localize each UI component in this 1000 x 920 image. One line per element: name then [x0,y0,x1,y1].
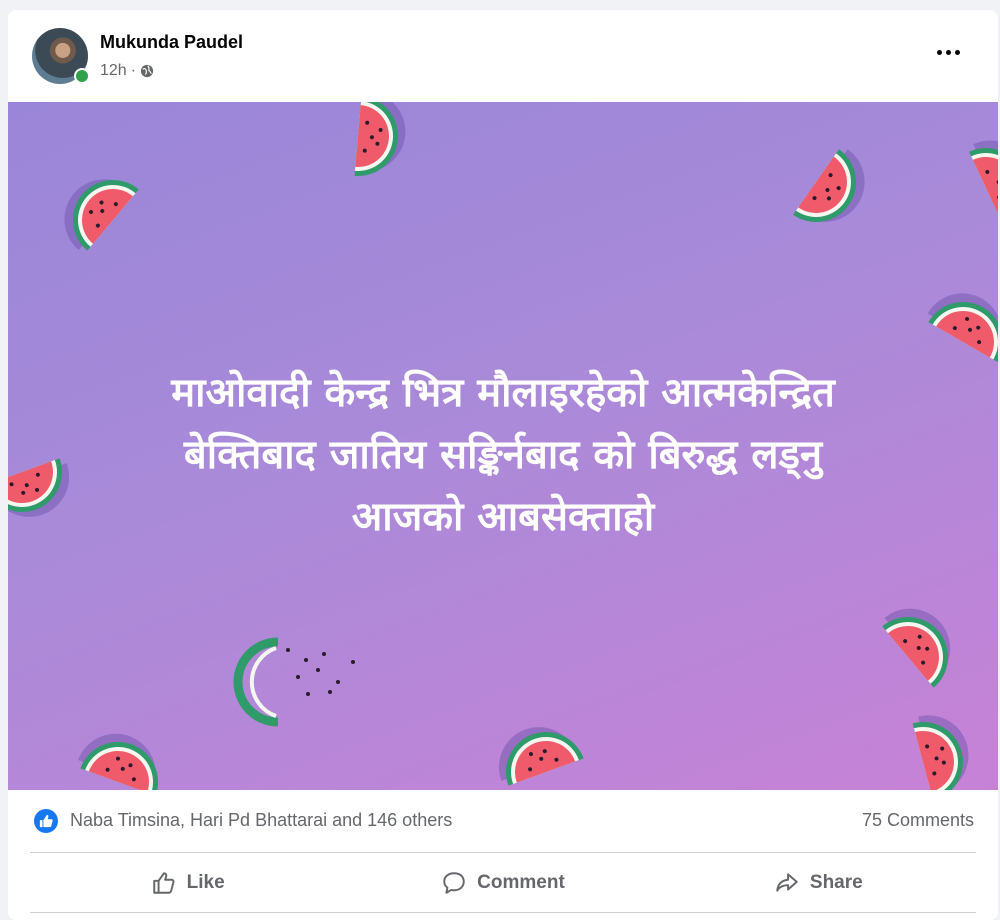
watermelon-slice [793,145,881,242]
watermelon-slice [879,592,970,688]
watermelon-slice [911,706,979,790]
watermelon-slice [487,714,584,788]
watermelon-slice [354,102,409,180]
more-dot [954,49,960,55]
post-actions: Like Comment Share [30,856,976,910]
thumbs-up-icon [152,872,175,894]
more-dot [936,49,942,55]
watermelon-slice [966,127,998,225]
author-name[interactable]: Mukunda Paudel [100,32,243,53]
post-text-line: बेक्तिबाद जातिय सङ्किर्नबाद को बिरुद्ध ल… [183,432,823,478]
post-text-line: माओवादी केन्द्र भित्र मौलाइरहेको आत्मकेन… [171,370,835,416]
like-button[interactable]: Like [30,856,345,910]
post-card: Mukunda Paudel 12h · माओवादी केन्द्र भित… [8,10,998,920]
watermelon-slice [924,278,998,362]
post-text: माओवादी केन्द्र भित्र मौलाइरहेको आत्मकेन… [48,362,958,548]
watermelon-slice [75,722,172,790]
meta-separator: · [130,62,137,79]
more-options-button[interactable] [928,36,968,68]
watermelon-slice [48,159,139,255]
divider [30,912,976,913]
like-label: Like [186,872,225,893]
divider [30,852,976,853]
globe-icon [140,64,154,78]
post-meta: 12h · [100,62,154,80]
share-label: Share [809,872,863,893]
reaction-stats: Naba Timsina, Hari Pd Bhattarai and 146 … [8,790,998,852]
more-dot [945,49,951,55]
comment-icon [443,872,465,894]
thumbs-up-icon [39,814,53,828]
comment-label: Comment [477,872,565,893]
share-button[interactable]: Share [661,856,976,910]
post-header: Mukunda Paudel 12h · [8,10,998,102]
share-icon [776,873,798,892]
reactors-summary[interactable]: Naba Timsina, Hari Pd Bhattarai and 146 … [70,810,452,831]
like-icon[interactable] [34,809,58,833]
online-status-dot [74,68,90,84]
avatar[interactable] [32,28,90,84]
post-image[interactable]: माओवादी केन्द्र भित्र मौलाइरहेको आत्मकेन… [8,102,998,790]
comment-button[interactable]: Comment [345,856,660,910]
post-text-line: आजको आबसेक्ताहो [351,494,655,540]
post-time[interactable]: 12h [100,62,127,80]
comments-count[interactable]: 75 Comments [862,810,974,831]
